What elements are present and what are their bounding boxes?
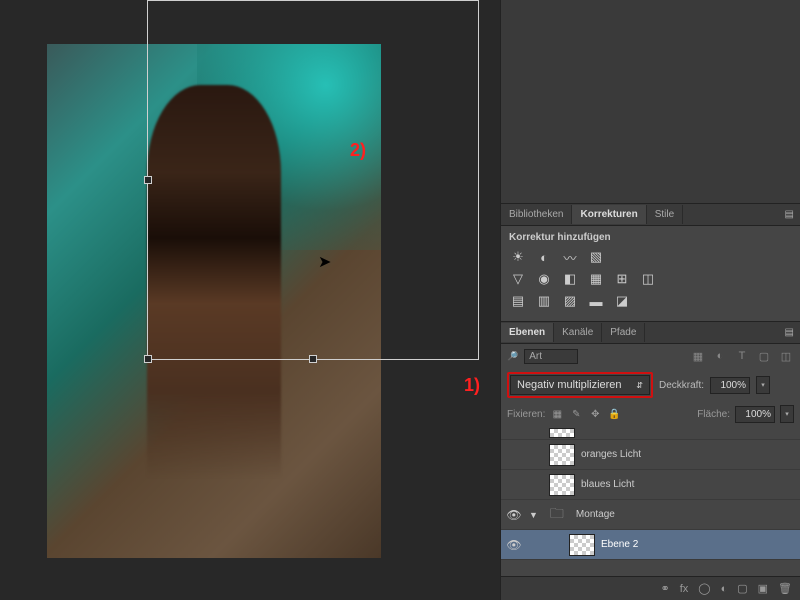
layer-thumb <box>569 534 595 556</box>
canvas-area[interactable]: ➤ <box>0 0 480 600</box>
tab-stile[interactable]: Stile <box>647 205 683 224</box>
layers-tab-bar: Ebenen Kanäle Pfade ▤ <box>501 322 800 344</box>
adjustments-tab-bar: Bibliotheken Korrekturen Stile ▤ <box>501 204 800 226</box>
lock-position-icon[interactable]: ✥ <box>588 407 602 421</box>
layer-peek[interactable] <box>501 426 800 440</box>
layers-bottom-toolbar: ⚭ fx ◯ ◐ ▢ ▣ 🗑 <box>501 576 800 600</box>
lock-transparency-icon[interactable]: ▦ <box>550 407 564 421</box>
filter-smart-icon[interactable]: ◫ <box>778 348 794 364</box>
layer-name: Ebene 2 <box>601 539 638 550</box>
visibility-toggle[interactable] <box>505 446 523 464</box>
visibility-toggle[interactable] <box>505 476 523 494</box>
adjustments-panel: Korrektur hinzufügen ☀ ◐ 〰 ▧ ▽ ◉ ◧ ▦ ⊞ ◫… <box>501 226 800 321</box>
new-group-icon[interactable]: ▢ <box>737 582 747 595</box>
blend-opacity-row: Negativ multiplizieren ⇵ Deckkraft: ▾ <box>501 368 800 402</box>
photo-filter-icon[interactable]: ▦ <box>587 271 605 287</box>
levels-icon[interactable]: ◐ <box>535 249 553 265</box>
lut-icon[interactable]: ◫ <box>639 271 657 287</box>
opacity-label: Deckkraft: <box>659 380 704 391</box>
layer-thumb <box>549 444 575 466</box>
tab-kanaele[interactable]: Kanäle <box>554 323 602 342</box>
lock-label: Fixieren: <box>507 409 545 420</box>
layer-name: Montage <box>576 509 615 520</box>
selective-color-icon[interactable]: ◪ <box>613 293 631 309</box>
annotation-highlight-1: Negativ multiplizieren ⇵ <box>507 372 653 398</box>
layer-name: blaues Licht <box>581 479 634 490</box>
annotation-2: 2) <box>350 140 366 161</box>
visibility-toggle[interactable]: 👁 <box>505 506 523 524</box>
annotation-1: 1) <box>464 375 480 396</box>
lock-pixels-icon[interactable]: ✎ <box>569 407 583 421</box>
threshold-icon[interactable]: ▨ <box>561 293 579 309</box>
channel-mixer-icon[interactable]: ⊞ <box>613 271 631 287</box>
trash-icon[interactable]: 🗑 <box>778 582 792 595</box>
filter-adj-icon[interactable]: ◐ <box>712 348 728 364</box>
chevron-updown-icon: ⇵ <box>636 381 643 390</box>
panel-menu-icon[interactable]: ▤ <box>779 209 800 220</box>
tab-korrekturen[interactable]: Korrekturen <box>572 205 646 224</box>
opacity-input[interactable] <box>710 377 750 394</box>
layer-row[interactable]: oranges Licht <box>501 440 800 470</box>
blend-mode-select[interactable]: Negativ multiplizieren ⇵ <box>510 375 650 395</box>
layers-menu-icon[interactable]: ▤ <box>779 327 800 338</box>
fill-input[interactable] <box>735 406 775 423</box>
layers-filter-row: 🔎 ▦ ◐ T ▢ ◫ <box>501 344 800 368</box>
properties-panel-empty <box>501 0 800 204</box>
layer-row[interactable]: 👁 Ebene 2 <box>501 530 800 560</box>
link-layers-icon[interactable]: ⚭ <box>660 582 669 595</box>
layer-list: oranges Licht blaues Licht 👁 ▼ 🗀 Montage… <box>501 426 800 560</box>
posterize-icon[interactable]: ▥ <box>535 293 553 309</box>
new-layer-icon[interactable]: ▣ <box>758 582 768 595</box>
hue-icon[interactable]: ◉ <box>535 271 553 287</box>
invert-icon[interactable]: ▤ <box>509 293 527 309</box>
layer-name: oranges Licht <box>581 449 641 460</box>
lock-fill-row: Fixieren: ▦ ✎ ✥ 🔒 Fläche: ▾ <box>501 402 800 426</box>
disclosure-triangle-icon[interactable]: ▼ <box>529 510 538 520</box>
exposure-icon[interactable]: ▧ <box>587 249 605 265</box>
fill-dropdown-icon[interactable]: ▾ <box>780 405 794 423</box>
mask-icon[interactable]: ◯ <box>698 582 710 595</box>
photo-content <box>47 44 381 558</box>
document-image[interactable] <box>47 44 381 558</box>
gradient-map-icon[interactable]: ▬ <box>587 293 605 309</box>
filter-pixel-icon[interactable]: ▦ <box>690 348 706 364</box>
adjustments-heading: Korrektur hinzufügen <box>509 232 792 243</box>
blend-mode-value: Negativ multiplizieren <box>517 379 622 391</box>
visibility-toggle[interactable]: 👁 <box>505 536 523 554</box>
folder-icon: 🗀 <box>544 504 570 526</box>
new-adjustment-icon[interactable]: ◐ <box>721 583 728 595</box>
lock-all-icon[interactable]: 🔒 <box>607 407 621 421</box>
panels-sidebar: Bibliotheken Korrekturen Stile ▤ Korrekt… <box>500 0 800 600</box>
fill-label: Fläche: <box>697 409 730 420</box>
tab-ebenen[interactable]: Ebenen <box>501 323 554 342</box>
brightness-icon[interactable]: ☀ <box>509 249 527 265</box>
tab-pfade[interactable]: Pfade <box>602 323 645 342</box>
bw-icon[interactable]: ◧ <box>561 271 579 287</box>
opacity-dropdown-icon[interactable]: ▾ <box>756 376 770 394</box>
photo-figure <box>147 85 281 522</box>
filter-shape-icon[interactable]: ▢ <box>756 348 772 364</box>
tab-bibliotheken[interactable]: Bibliotheken <box>501 205 572 224</box>
layer-group-row[interactable]: 👁 ▼ 🗀 Montage <box>501 500 800 530</box>
layer-thumb <box>549 474 575 496</box>
layer-kind-filter[interactable] <box>524 349 578 364</box>
filter-type-icon[interactable]: T <box>734 348 750 364</box>
layer-row[interactable]: blaues Licht <box>501 470 800 500</box>
vibrance-icon[interactable]: ▽ <box>509 271 527 287</box>
curves-icon[interactable]: 〰 <box>561 249 579 265</box>
fx-icon[interactable]: fx <box>680 583 689 595</box>
